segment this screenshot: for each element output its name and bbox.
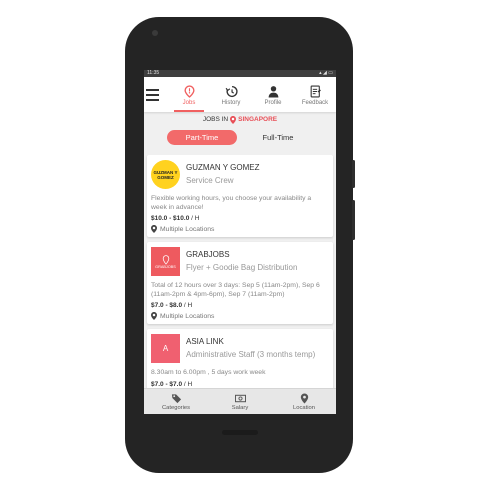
company-name: GRABJOBS <box>186 250 230 259</box>
tab-profile-label: Profile <box>264 99 282 106</box>
jobs-pin-icon <box>183 84 195 98</box>
bottom-speaker <box>222 430 258 435</box>
tab-jobs-label: Jobs <box>182 99 196 106</box>
location-marker-icon <box>230 115 237 124</box>
pay-range: $7.0 - $8.0 <box>151 302 183 309</box>
tab-history-label: History <box>221 99 241 106</box>
job-pay: $10.0 - $10.0 / H <box>151 215 328 222</box>
job-location-text: Multiple Locations <box>160 225 215 233</box>
company-name: ASIA LINK <box>186 337 224 346</box>
selected-location: SINGAPORE <box>238 116 278 123</box>
tab-profile[interactable]: Profile <box>252 78 294 112</box>
company-logo: GRABJOBS <box>151 247 180 276</box>
full-time-toggle[interactable]: Full-Time <box>243 130 313 145</box>
tab-feedback-label: Feedback <box>301 99 329 106</box>
tag-icon <box>171 393 181 403</box>
job-location: Multiple Locations <box>151 312 328 320</box>
job-location-text: Multiple Locations <box>160 312 215 320</box>
job-location: Multiple Locations <box>151 225 328 233</box>
job-title: Service Crew <box>186 176 234 185</box>
location-pin-icon <box>300 392 308 404</box>
job-title: Administrative Staff (3 months temp) <box>186 350 316 359</box>
location-pin-icon <box>151 225 157 233</box>
tab-history[interactable]: History <box>210 78 252 112</box>
job-list: GUZMAN Y GOMEZ GUZMAN Y GOMEZ Service Cr… <box>144 155 336 389</box>
jobs-in-label: JOBS IN <box>202 116 229 123</box>
pay-range: $7.0 - $7.0 <box>151 380 183 388</box>
job-pay: $7.0 - $8.0 / H <box>151 302 328 309</box>
company-logo: A <box>151 334 180 363</box>
power-button <box>352 160 355 188</box>
tab-feedback[interactable]: Feedback <box>294 78 336 112</box>
location-button[interactable]: Location <box>272 389 336 414</box>
feedback-icon <box>310 85 321 97</box>
grabjobs-pin-icon <box>162 254 169 265</box>
part-time-toggle[interactable]: Part-Time <box>167 130 237 145</box>
location-pin-icon <box>151 312 157 320</box>
status-bar: 11:35 ▴ ◢ ▭ <box>144 70 336 77</box>
top-navigation: Jobs History Profile Feedback <box>144 77 336 112</box>
volume-button <box>352 200 355 240</box>
location-bar[interactable]: JOBS IN SINGAPORE <box>144 112 336 127</box>
job-card[interactable]: GRABJOBS GRABJOBS Flyer + Goodie Bag Dis… <box>147 242 333 324</box>
status-icons: ▴ ◢ ▭ <box>319 70 333 76</box>
profile-icon <box>268 85 278 97</box>
salary-label: Salary <box>231 404 249 411</box>
pay-unit: / H <box>183 302 193 309</box>
categories-label: Categories <box>161 404 191 411</box>
job-description: Flexible working hours, you choose your … <box>151 195 312 211</box>
job-card[interactable]: GUZMAN Y GOMEZ GUZMAN Y GOMEZ Service Cr… <box>147 155 333 237</box>
status-time: 11:35 <box>147 70 160 76</box>
job-type-toggle: Part-Time Full-Time <box>144 128 336 147</box>
bottom-navigation: Categories Salary Location <box>144 388 336 414</box>
pay-unit: / H <box>183 380 193 388</box>
tab-jobs[interactable]: Jobs <box>168 78 210 112</box>
job-pay: $7.0 - $7.0 / H <box>151 381 328 388</box>
pay-unit: / H <box>191 215 200 222</box>
company-name: GUZMAN Y GOMEZ <box>186 163 260 172</box>
cash-icon <box>234 394 246 402</box>
front-camera <box>152 30 158 36</box>
location-label: Location <box>293 404 315 411</box>
job-title: Flyer + Goodie Bag Distribution <box>186 263 298 272</box>
pay-range: $10.0 - $10.0 <box>151 215 190 222</box>
app-screen: 11:35 ▴ ◢ ▭ Jobs History Profile Feedbac… <box>144 70 336 414</box>
hamburger-menu-icon[interactable] <box>144 78 168 112</box>
job-description: Total of 12 hours over 3 days: Sep 5 (11… <box>151 282 320 298</box>
company-logo: GUZMAN Y GOMEZ <box>151 160 180 189</box>
history-icon <box>225 85 238 97</box>
categories-button[interactable]: Categories <box>144 389 208 414</box>
salary-button[interactable]: Salary <box>208 389 272 414</box>
job-description: 8.30am to 6.00pm , 5 days work week <box>151 369 266 376</box>
job-card[interactable]: A ASIA LINK Administrative Staff (3 mont… <box>147 329 333 389</box>
